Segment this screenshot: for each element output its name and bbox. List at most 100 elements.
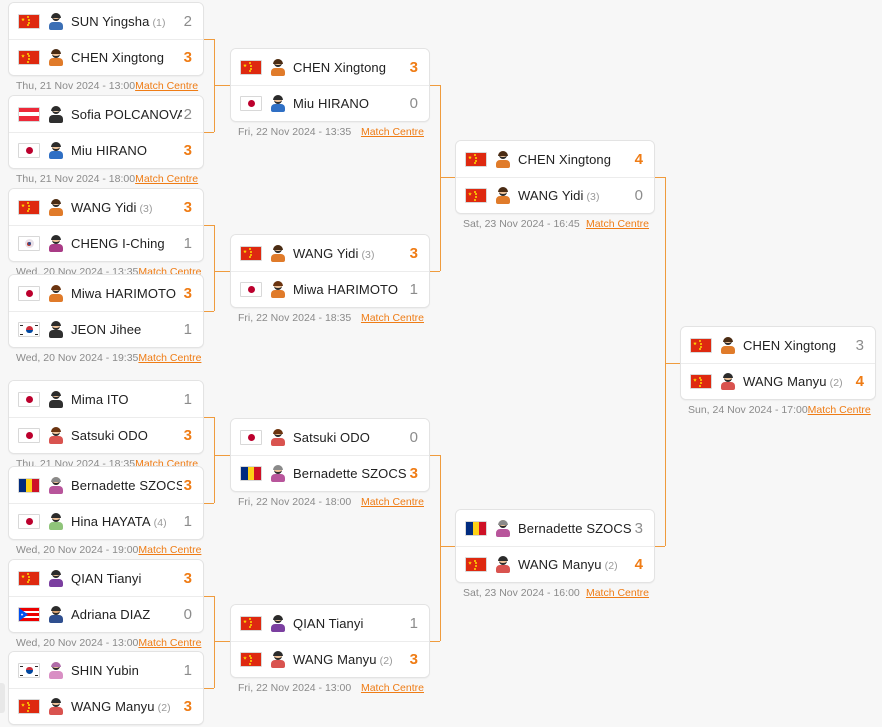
match-centre-link[interactable]: Match Centre [135, 80, 198, 92]
flag-icon-china [465, 188, 487, 203]
player-avatar-icon [47, 142, 64, 159]
player-avatar-icon [269, 465, 286, 482]
player-avatar-icon [47, 284, 64, 302]
match-card[interactable]: Bernadette SZOCS 3 WANG Manyu (2) 4 [455, 509, 655, 583]
player-avatar-icon [47, 49, 64, 66]
player-seed: (3) [136, 202, 153, 215]
player-score: 1 [183, 390, 192, 408]
player-score: 0 [634, 187, 643, 204]
match-card[interactable]: CHEN Xingtong 3 WANG Manyu (2) 4 [680, 326, 876, 400]
player-row[interactable]: WANG Yidi (3) 0 [456, 177, 654, 213]
player-name: Hina HAYATA (4) [71, 514, 167, 529]
flag-icon-japan [18, 285, 40, 301]
player-row[interactable]: JEON Jihee 1 [9, 311, 203, 347]
player-row[interactable]: QIAN Tianyi 1 [231, 605, 429, 641]
player-row[interactable]: Miu HIRANO 0 [231, 85, 429, 121]
player-row[interactable]: CHEN Xingtong 4 [456, 141, 654, 177]
player-row[interactable]: Miu HIRANO 3 [9, 132, 203, 168]
player-row[interactable]: Bernadette SZOCS 3 [456, 510, 654, 546]
player-row[interactable]: Bernadette SZOCS 3 [231, 455, 429, 491]
match-centre-link[interactable]: Match Centre [361, 312, 424, 324]
match-centre-link[interactable]: Match Centre [586, 218, 649, 230]
player-row[interactable]: WANG Manyu (2) 3 [9, 688, 203, 724]
player-avatar-icon [269, 281, 286, 298]
player-score: 3 [634, 519, 643, 537]
match-card[interactable]: SUN Yingsha (1) 2 CHEN Xingtong 3 [8, 2, 204, 76]
match-meta: Wed, 20 Nov 2024 - 19:35 Match Centre [8, 350, 204, 365]
match-card[interactable]: Sofia POLCANOVA 2 Miu HIRANO 3 [8, 95, 204, 169]
player-row[interactable]: SUN Yingsha (1) 2 [9, 3, 203, 39]
match-card[interactable]: SHIN Yubin 1 WANG Manyu (2) 3 [8, 651, 204, 725]
match-meta: Fri, 22 Nov 2024 - 18:00 Match Centre [230, 494, 430, 509]
match-card[interactable]: WANG Yidi (3) 3 CHENG I-Ching 1 [8, 188, 204, 262]
player-row[interactable]: Miwa HARIMOTO 1 [231, 271, 429, 307]
player-avatar-icon [47, 606, 64, 623]
bracket-connector [440, 177, 455, 178]
bracket-connector [214, 417, 215, 503]
player-row[interactable]: Adriana DIAZ 0 [9, 596, 203, 632]
match-card[interactable]: WANG Yidi (3) 3 Miwa HARIMOTO 1 [230, 234, 430, 308]
match-card[interactable]: CHEN Xingtong 4 WANG Yidi (3) 0 [455, 140, 655, 214]
match-datetime: Sat, 23 Nov 2024 - 16:45 [463, 217, 580, 230]
flag-icon-china [18, 50, 40, 65]
bracket-connector [204, 503, 214, 504]
player-row[interactable]: WANG Yidi (3) 3 [231, 235, 429, 271]
match-card[interactable]: Mima ITO 1 Satsuki ODO 3 [8, 380, 204, 454]
player-name: Miu HIRANO [71, 143, 148, 158]
player-avatar-icon [47, 235, 64, 252]
player-row[interactable]: WANG Yidi (3) 3 [9, 189, 203, 225]
match-card[interactable]: Bernadette SZOCS 3 Hina HAYATA (4) 1 [8, 466, 204, 540]
match-centre-link[interactable]: Match Centre [586, 587, 649, 599]
player-score: 1 [409, 281, 418, 298]
player-row[interactable]: SHIN Yubin 1 [9, 652, 203, 688]
player-avatar-icon [269, 58, 286, 76]
match-centre-link[interactable]: Match Centre [361, 496, 424, 508]
flag-icon-japan [18, 428, 40, 443]
player-name: Bernadette SZOCS [71, 477, 182, 493]
bracket-connector [655, 546, 665, 547]
match-card[interactable]: Miwa HARIMOTO 3 JEON Jihee 1 [8, 274, 204, 348]
player-row[interactable]: WANG Manyu (2) 3 [231, 641, 429, 677]
player-row[interactable]: QIAN Tianyi 3 [9, 560, 203, 596]
player-row[interactable]: Mima ITO 1 [9, 381, 203, 417]
player-row[interactable]: Miwa HARIMOTO 3 [9, 275, 203, 311]
match-centre-link[interactable]: Match Centre [361, 126, 424, 138]
player-name: WANG Yidi (3) [293, 245, 375, 261]
match-datetime: Fri, 22 Nov 2024 - 18:00 [238, 495, 352, 508]
player-row[interactable]: Hina HAYATA (4) 1 [9, 503, 203, 539]
player-name: CHENG I-Ching [71, 236, 165, 251]
match-centre-link[interactable]: Match Centre [138, 544, 201, 556]
bracket-connector [204, 311, 214, 312]
player-avatar-icon [47, 513, 64, 530]
edge-sliver [0, 683, 5, 713]
bracket-connector [204, 688, 214, 689]
match-centre-link[interactable]: Match Centre [138, 637, 201, 649]
player-seed: (3) [583, 191, 600, 203]
match-centre-link[interactable]: Match Centre [361, 682, 424, 694]
player-row[interactable]: WANG Manyu (2) 4 [681, 363, 875, 399]
player-avatar-icon [47, 105, 64, 123]
player-avatar-icon [47, 661, 64, 679]
player-row[interactable]: CHEN Xingtong 3 [681, 327, 875, 363]
player-name: CHEN Xingtong [71, 50, 165, 65]
match-datetime: Wed, 20 Nov 2024 - 19:00 [16, 543, 139, 556]
match-card[interactable]: CHEN Xingtong 3 Miu HIRANO 0 [230, 48, 430, 122]
match-card[interactable]: QIAN Tianyi 3 Adriana DIAZ 0 [8, 559, 204, 633]
flag-icon-japan [240, 96, 262, 111]
player-row[interactable]: Satsuki ODO 0 [231, 419, 429, 455]
player-row[interactable]: Bernadette SZOCS 3 [9, 467, 203, 503]
player-row[interactable]: WANG Manyu (2) 4 [456, 546, 654, 582]
player-row[interactable]: Satsuki ODO 3 [9, 417, 203, 453]
match-card[interactable]: QIAN Tianyi 1 WANG Manyu (2) 3 [230, 604, 430, 678]
match-datetime: Wed, 20 Nov 2024 - 13:00 [16, 636, 139, 649]
match-centre-link[interactable]: Match Centre [135, 173, 198, 185]
match-centre-link[interactable]: Match Centre [138, 352, 201, 364]
match-card[interactable]: Satsuki ODO 0 Bernadette SZOCS 3 [230, 418, 430, 492]
match-centre-link[interactable]: Match Centre [808, 404, 871, 416]
player-name: WANG Yidi (3) [71, 199, 153, 215]
player-row[interactable]: CHENG I-Ching 1 [9, 225, 203, 261]
player-row[interactable]: Sofia POLCANOVA 2 [9, 96, 203, 132]
player-row[interactable]: CHEN Xingtong 3 [231, 49, 429, 85]
player-seed: (3) [358, 248, 375, 261]
player-row[interactable]: CHEN Xingtong 3 [9, 39, 203, 75]
